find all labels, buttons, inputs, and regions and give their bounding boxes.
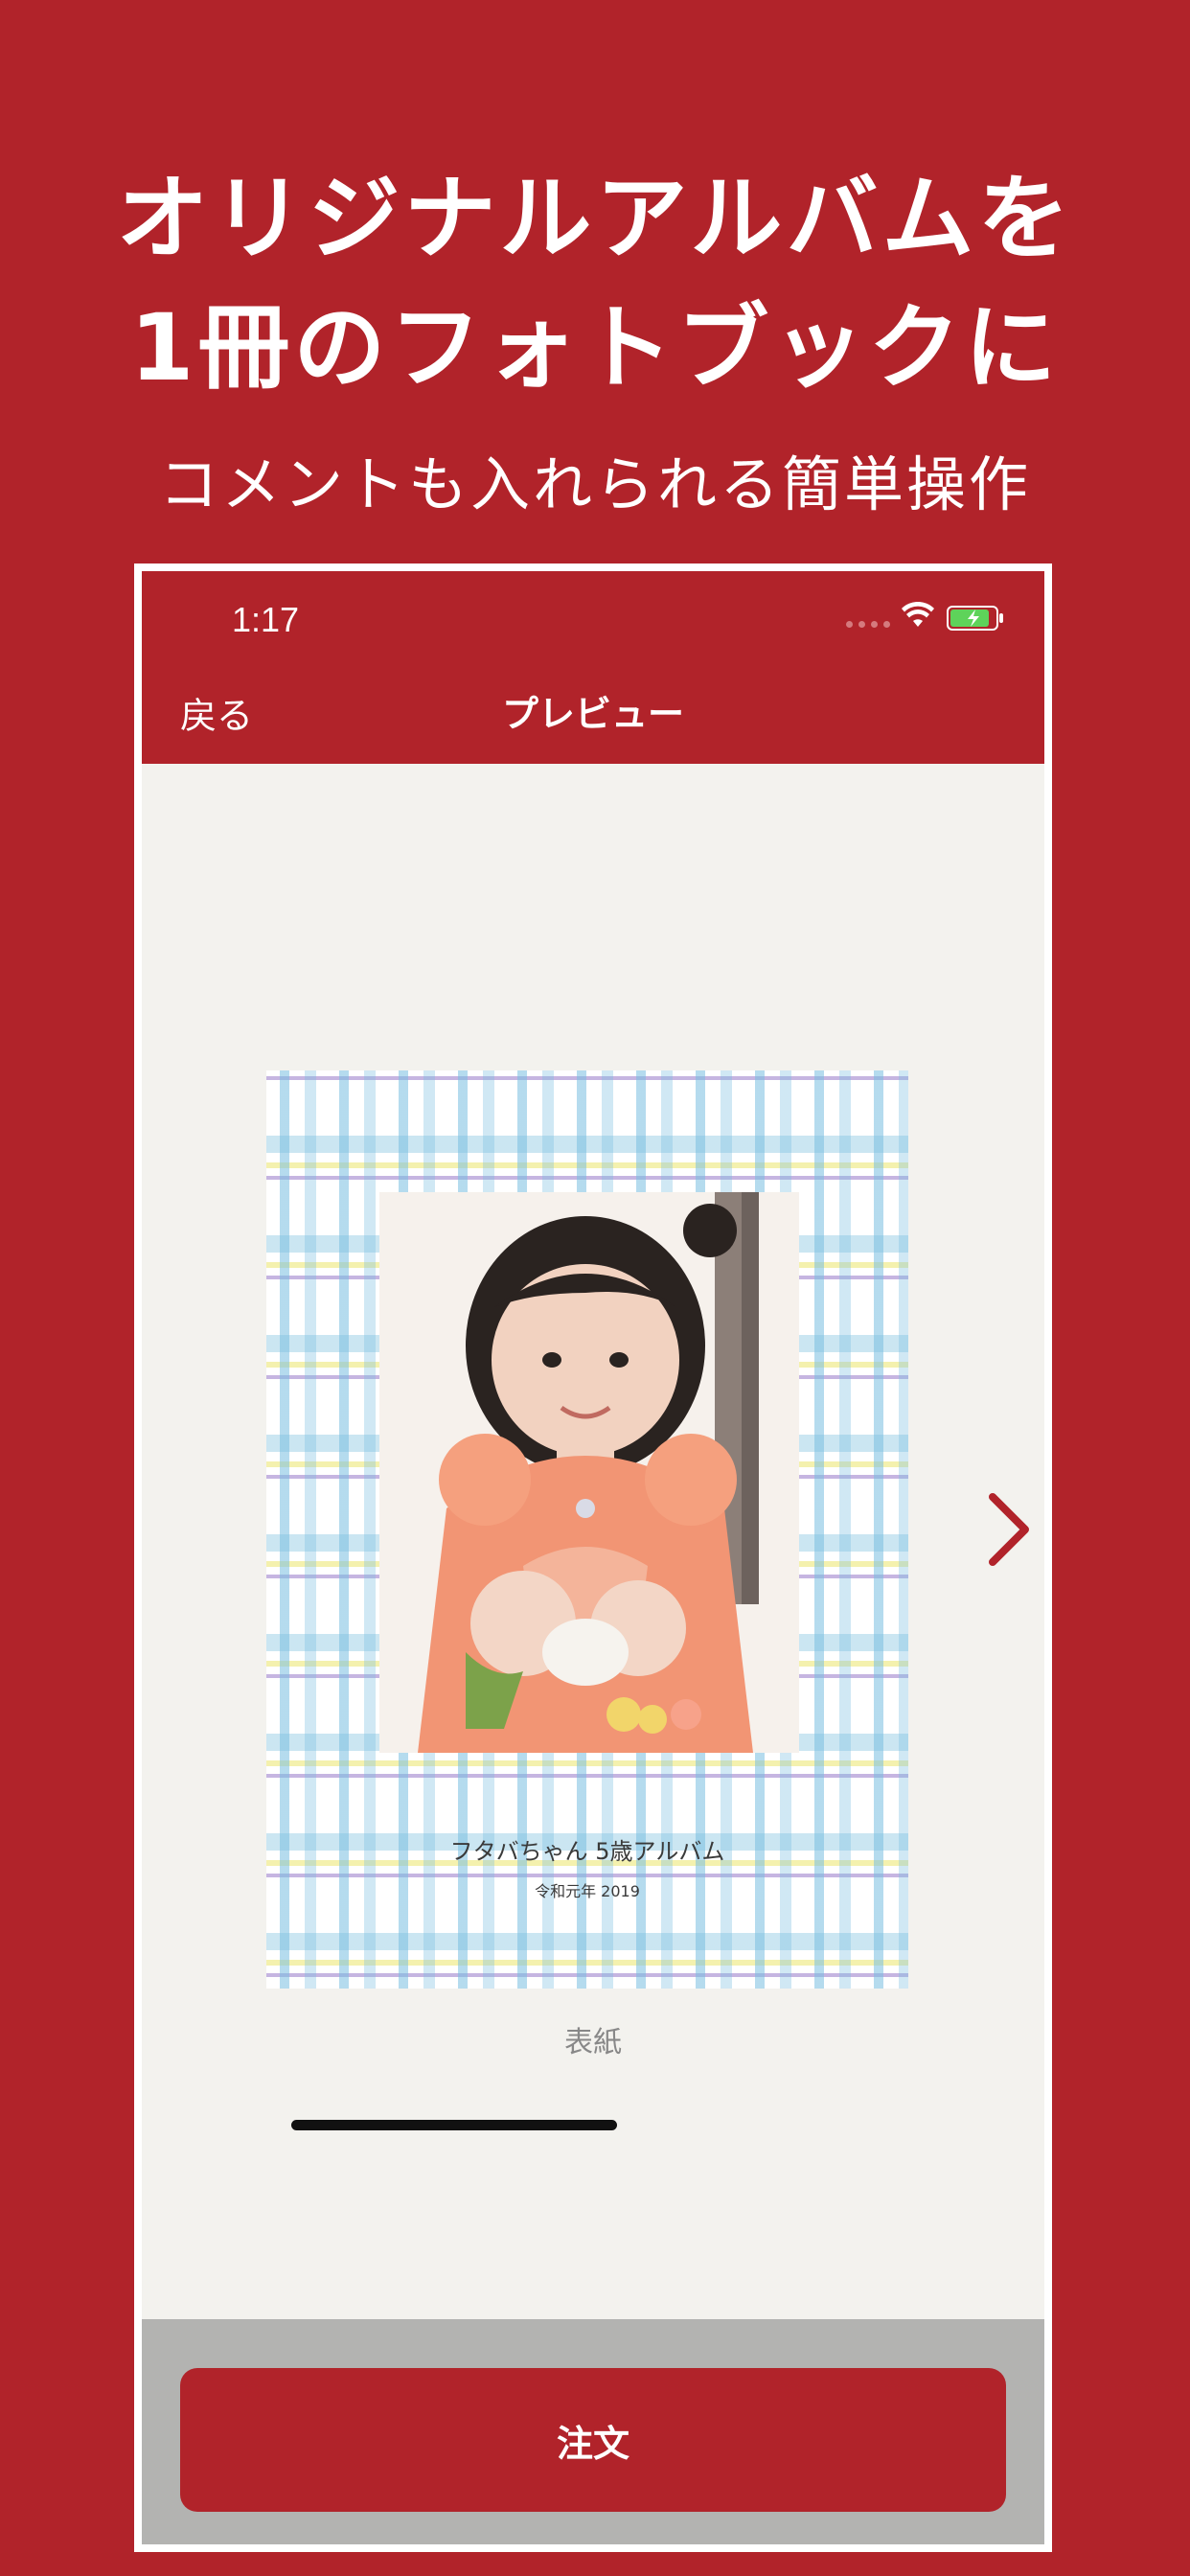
page-label: 表紙	[564, 2026, 622, 2059]
cover-subtitle: 令和元年 2019	[535, 1882, 640, 1900]
headline-line-2: 1冊のフォトブックに	[129, 294, 1061, 402]
child-photo-illustration	[379, 1192, 799, 1753]
wifi-icon	[902, 602, 934, 627]
album-cover[interactable]: フタバちゃん 5歳アルバム 令和元年 2019	[266, 1070, 908, 1989]
headline-line-1: オリジナルアルバムを	[116, 165, 1074, 272]
home-indicator	[291, 2120, 617, 2130]
phone-frame: 1:17 戻る プレビュー フタバちゃん 5歳アルバム 令和元年 2019 表紙…	[134, 564, 1052, 2552]
signal-icon	[846, 621, 890, 628]
app-screen: 1:17 戻る プレビュー フタバちゃん 5歳アルバム 令和元年 2019 表紙…	[142, 571, 1044, 2544]
bottom-bar: 注文	[142, 2319, 1044, 2544]
nav-title: プレビュー	[501, 693, 684, 735]
status-time: 1:17	[232, 600, 300, 639]
order-button[interactable]: 注文	[180, 2368, 1006, 2512]
cover-title: フタバちゃん 5歳アルバム	[449, 1838, 725, 1865]
navigation-bar: 1:17 戻る プレビュー	[142, 571, 1044, 764]
subheadline: コメントも入れられる簡単操作	[158, 449, 1031, 519]
cover-photo	[379, 1192, 799, 1753]
chevron-right-icon[interactable]	[985, 1491, 1033, 1568]
battery-charging-icon	[947, 606, 1003, 631]
